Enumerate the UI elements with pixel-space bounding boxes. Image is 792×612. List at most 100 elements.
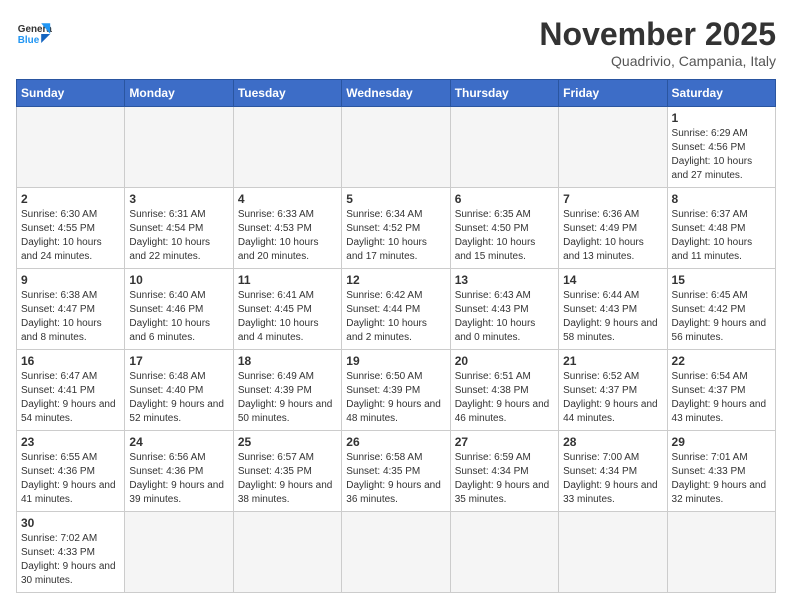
day-info: Sunrise: 6:58 AM Sunset: 4:35 PM Dayligh… [346, 451, 445, 507]
day-info: Sunrise: 6:55 AM Sunset: 4:36 PM Dayligh… [21, 451, 120, 507]
calendar-cell: 18 Sunrise: 6:49 AM Sunset: 4:39 PM Dayli… [233, 350, 341, 431]
day-info: Sunrise: 6:45 AM Sunset: 4:42 PM Dayligh… [672, 289, 771, 345]
day-number: 17 [129, 354, 228, 368]
calendar-cell: 11Sunrise: 6:41 AM Sunset: 4:45 PM Dayli… [233, 269, 341, 350]
logo: General Blue [16, 16, 52, 52]
calendar-cell [125, 107, 233, 188]
calendar-cell: 22Sunrise: 6:54 AM Sunset: 4:37 PM Dayli… [667, 350, 775, 431]
weekday-header-wednesday: Wednesday [342, 80, 450, 107]
calendar-cell: 3 Sunrise: 6:31 AM Sunset: 4:54 PM Daylig… [125, 188, 233, 269]
month-title: November 2025 [539, 16, 776, 53]
day-info: Sunrise: 6:50 AM Sunset: 4:39 PM Dayligh… [346, 370, 445, 426]
weekday-header-sunday: Sunday [17, 80, 125, 107]
calendar-cell: 23 Sunrise: 6:55 AM Sunset: 4:36 PM Dayli… [17, 431, 125, 512]
day-info: Sunrise: 6:31 AM Sunset: 4:54 PM Dayligh… [129, 208, 228, 264]
day-number: 1 [672, 111, 771, 125]
weekday-header-tuesday: Tuesday [233, 80, 341, 107]
calendar-cell [233, 107, 341, 188]
day-number: 25 [238, 435, 337, 449]
calendar-cell: 19Sunrise: 6:50 AM Sunset: 4:39 PM Dayli… [342, 350, 450, 431]
day-info: Sunrise: 6:59 AM Sunset: 4:34 PM Dayligh… [455, 451, 554, 507]
calendar-cell: 13Sunrise: 6:43 AM Sunset: 4:43 PM Dayli… [450, 269, 558, 350]
day-number: 3 [129, 192, 228, 206]
calendar-cell: 29Sunrise: 7:01 AM Sunset: 4:33 PM Dayli… [667, 431, 775, 512]
calendar-week-row: 1 Sunrise: 6:29 AM Sunset: 4:56 PM Daylig… [17, 107, 776, 188]
calendar-cell: 14Sunrise: 6:44 AM Sunset: 4:43 PM Dayli… [559, 269, 667, 350]
day-number: 10 [129, 273, 228, 287]
calendar-cell [342, 107, 450, 188]
calendar-cell [17, 107, 125, 188]
page-header: General Blue November 2025 Quadrivio, Ca… [16, 16, 776, 69]
day-number: 26 [346, 435, 445, 449]
day-number: 18 [238, 354, 337, 368]
calendar-cell: 4 Sunrise: 6:33 AM Sunset: 4:53 PM Daylig… [233, 188, 341, 269]
calendar-table: SundayMondayTuesdayWednesdayThursdayFrid… [16, 79, 776, 593]
day-number: 4 [238, 192, 337, 206]
day-number: 5 [346, 192, 445, 206]
calendar-cell: 28 Sunrise: 7:00 AM Sunset: 4:34 PM Dayli… [559, 431, 667, 512]
calendar-cell [559, 512, 667, 593]
day-number: 29 [672, 435, 771, 449]
calendar-cell [667, 512, 775, 593]
calendar-cell: 17Sunrise: 6:48 AM Sunset: 4:40 PM Dayli… [125, 350, 233, 431]
calendar-cell: 1 Sunrise: 6:29 AM Sunset: 4:56 PM Daylig… [667, 107, 775, 188]
day-info: Sunrise: 7:00 AM Sunset: 4:34 PM Dayligh… [563, 451, 662, 507]
day-info: Sunrise: 6:47 AM Sunset: 4:41 PM Dayligh… [21, 370, 120, 426]
day-info: Sunrise: 7:02 AM Sunset: 4:33 PM Dayligh… [21, 532, 120, 588]
day-number: 20 [455, 354, 554, 368]
calendar-week-row: 2Sunrise: 6:30 AM Sunset: 4:55 PM Daylig… [17, 188, 776, 269]
day-info: Sunrise: 6:30 AM Sunset: 4:55 PM Dayligh… [21, 208, 120, 264]
day-info: Sunrise: 6:41 AM Sunset: 4:45 PM Dayligh… [238, 289, 337, 345]
calendar-cell: 24 Sunrise: 6:56 AM Sunset: 4:36 PM Dayli… [125, 431, 233, 512]
day-number: 13 [455, 273, 554, 287]
calendar-cell: 21 Sunrise: 6:52 AM Sunset: 4:37 PM Dayli… [559, 350, 667, 431]
calendar-cell: 16 Sunrise: 6:47 AM Sunset: 4:41 PM Dayli… [17, 350, 125, 431]
day-number: 21 [563, 354, 662, 368]
day-info: Sunrise: 6:56 AM Sunset: 4:36 PM Dayligh… [129, 451, 228, 507]
day-number: 24 [129, 435, 228, 449]
day-info: Sunrise: 6:37 AM Sunset: 4:48 PM Dayligh… [672, 208, 771, 264]
calendar-cell [125, 512, 233, 593]
calendar-cell: 30 Sunrise: 7:02 AM Sunset: 4:33 PM Dayli… [17, 512, 125, 593]
calendar-cell [450, 512, 558, 593]
day-info: Sunrise: 6:57 AM Sunset: 4:35 PM Dayligh… [238, 451, 337, 507]
weekday-header-monday: Monday [125, 80, 233, 107]
day-number: 9 [21, 273, 120, 287]
calendar-cell: 12 Sunrise: 6:42 AM Sunset: 4:44 PM Dayli… [342, 269, 450, 350]
day-info: Sunrise: 6:49 AM Sunset: 4:39 PM Dayligh… [238, 370, 337, 426]
calendar-week-row: 23 Sunrise: 6:55 AM Sunset: 4:36 PM Dayli… [17, 431, 776, 512]
day-info: Sunrise: 6:52 AM Sunset: 4:37 PM Dayligh… [563, 370, 662, 426]
calendar-cell: 26 Sunrise: 6:58 AM Sunset: 4:35 PM Dayli… [342, 431, 450, 512]
day-info: Sunrise: 6:34 AM Sunset: 4:52 PM Dayligh… [346, 208, 445, 264]
day-info: Sunrise: 6:36 AM Sunset: 4:49 PM Dayligh… [563, 208, 662, 264]
day-number: 22 [672, 354, 771, 368]
day-number: 16 [21, 354, 120, 368]
calendar-cell: 10Sunrise: 6:40 AM Sunset: 4:46 PM Dayli… [125, 269, 233, 350]
weekday-header-row: SundayMondayTuesdayWednesdayThursdayFrid… [17, 80, 776, 107]
day-number: 28 [563, 435, 662, 449]
day-info: Sunrise: 6:29 AM Sunset: 4:56 PM Dayligh… [672, 127, 771, 183]
day-info: Sunrise: 6:35 AM Sunset: 4:50 PM Dayligh… [455, 208, 554, 264]
day-info: Sunrise: 6:38 AM Sunset: 4:47 PM Dayligh… [21, 289, 120, 345]
calendar-cell: 15 Sunrise: 6:45 AM Sunset: 4:42 PM Dayli… [667, 269, 775, 350]
title-block: November 2025 Quadrivio, Campania, Italy [539, 16, 776, 69]
calendar-cell: 6Sunrise: 6:35 AM Sunset: 4:50 PM Daylig… [450, 188, 558, 269]
calendar-cell: 20 Sunrise: 6:51 AM Sunset: 4:38 PM Dayli… [450, 350, 558, 431]
day-number: 12 [346, 273, 445, 287]
weekday-header-saturday: Saturday [667, 80, 775, 107]
calendar-cell [559, 107, 667, 188]
svg-text:Blue: Blue [18, 35, 40, 46]
day-number: 15 [672, 273, 771, 287]
day-number: 30 [21, 516, 120, 530]
calendar-week-row: 16 Sunrise: 6:47 AM Sunset: 4:41 PM Dayli… [17, 350, 776, 431]
weekday-header-thursday: Thursday [450, 80, 558, 107]
day-number: 27 [455, 435, 554, 449]
location-title: Quadrivio, Campania, Italy [539, 53, 776, 69]
day-number: 23 [21, 435, 120, 449]
day-info: Sunrise: 6:51 AM Sunset: 4:38 PM Dayligh… [455, 370, 554, 426]
calendar-week-row: 9 Sunrise: 6:38 AM Sunset: 4:47 PM Daylig… [17, 269, 776, 350]
day-info: Sunrise: 6:42 AM Sunset: 4:44 PM Dayligh… [346, 289, 445, 345]
day-number: 14 [563, 273, 662, 287]
day-info: Sunrise: 6:33 AM Sunset: 4:53 PM Dayligh… [238, 208, 337, 264]
day-number: 8 [672, 192, 771, 206]
